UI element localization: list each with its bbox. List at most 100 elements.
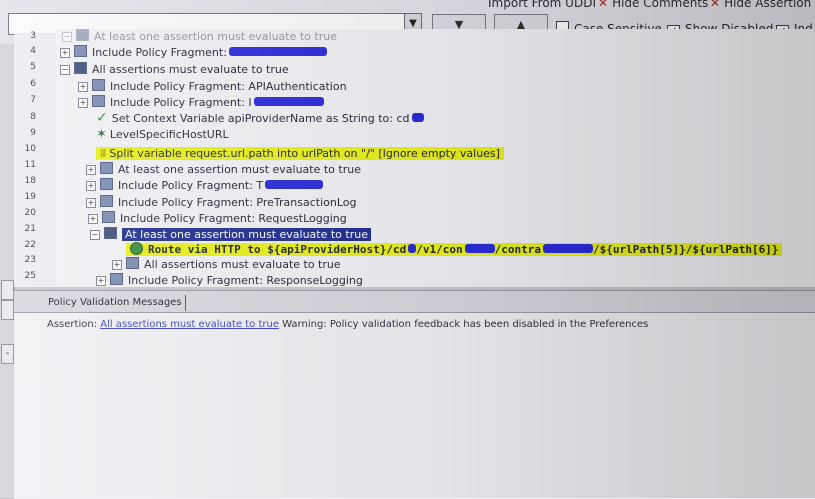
tree-row[interactable]: − At least one assertion must evaluate to… <box>62 29 337 45</box>
assertion-label: Include Policy Fragment: ResponseLogging <box>128 274 363 287</box>
line-number: 25 <box>24 271 36 281</box>
tree-row[interactable]: + Include Policy Fragment: T <box>86 178 324 194</box>
hide-comments-link[interactable]: ✕ Hide Comments <box>598 0 708 10</box>
side-scroll-up[interactable] <box>1 280 14 300</box>
line-number: 20 <box>24 208 36 218</box>
line-number: 23 <box>24 255 36 265</box>
tree-row[interactable]: + Include Policy Fragment: ResponseLoggin… <box>96 273 363 287</box>
folder-icon <box>74 62 87 74</box>
tree-row[interactable]: ✓ Set Context Variable apiProviderName as… <box>96 110 424 126</box>
highlighted-assertion: Route via HTTP to ${apiProviderHost}/cd /… <box>126 242 783 256</box>
tree-row[interactable]: + At least one assertion must evaluate to… <box>86 162 361 178</box>
folder-icon <box>92 95 105 107</box>
policy-assertion-tree[interactable]: − At least one assertion must evaluate to… <box>56 29 815 287</box>
line-number: 8 <box>30 112 36 122</box>
assertion-label: Include Policy Fragment: <box>92 46 227 59</box>
side-collapse[interactable]: - <box>1 344 14 364</box>
folder-icon <box>100 162 113 174</box>
redaction-mark <box>228 47 327 56</box>
assertion-label-selected: At least one assertion must evaluate to … <box>122 228 371 241</box>
tree-row[interactable]: + All assertions must evaluate to true <box>112 257 341 273</box>
route-text-part: /${urlPath[5]}/${urlPath[6]} <box>593 243 779 256</box>
line-number: 19 <box>24 192 36 202</box>
messages-tab-bar: Policy Validation Messages <box>14 290 815 313</box>
collapse-icon[interactable]: − <box>60 65 70 75</box>
line-number: 4 <box>30 46 36 56</box>
assertion-link[interactable]: All assertions must evaluate to true <box>100 319 279 330</box>
folder-icon <box>74 45 87 57</box>
left-side-panel: - <box>0 44 15 498</box>
folder-icon <box>102 211 115 223</box>
check-icon: ✓ <box>96 110 108 126</box>
redaction-mark <box>543 244 593 253</box>
expand-icon[interactable]: + <box>96 276 106 286</box>
folder-icon <box>100 195 113 207</box>
assertion-label: LevelSpecificHostURL <box>109 128 229 141</box>
folder-icon <box>100 178 113 190</box>
assertion-label: All assertions must evaluate to true <box>92 63 289 76</box>
expand-icon[interactable]: + <box>88 214 98 224</box>
tree-row[interactable]: + Include Policy Fragment: I <box>78 95 324 111</box>
tree-row[interactable]: + Include Policy Fragment: PreTransaction… <box>86 195 356 211</box>
assertion-label: Split variable request.url.path into url… <box>109 147 500 160</box>
folder-icon <box>126 257 139 269</box>
collapse-icon[interactable]: − <box>90 230 100 240</box>
tree-row[interactable]: ⩩ Split variable request.url.path into ur… <box>96 145 504 161</box>
close-icon: ✕ <box>598 0 609 10</box>
redaction-mark <box>411 113 424 122</box>
redaction-mark <box>464 244 495 253</box>
message-prefix: Assertion: <box>47 319 101 330</box>
close-icon: ✕ <box>710 0 721 10</box>
redaction-mark <box>253 97 324 106</box>
tree-row[interactable]: Route via HTTP to ${apiProviderHost}/cd /… <box>126 242 783 258</box>
expand-icon[interactable]: + <box>78 82 88 92</box>
import-from-uddi-link[interactable]: Import From UDDI <box>488 0 596 10</box>
line-number-gutter: 3 4 5 6 7 8 9 10 11 18 19 20 21 22 23 25 <box>14 31 57 287</box>
assertion-label: At least one assertion must evaluate to … <box>118 163 361 176</box>
folder-icon <box>76 29 89 41</box>
tree-row[interactable]: + Include Policy Fragment: <box>60 45 327 61</box>
tree-row[interactable]: + Include Policy Fragment: RequestLogging <box>88 211 347 227</box>
expand-icon[interactable]: + <box>86 165 96 175</box>
expand-icon[interactable]: + <box>60 48 70 58</box>
folder-icon <box>92 79 105 91</box>
route-text-part: Route via HTTP to ${apiProviderHost}/cd <box>148 243 407 256</box>
tree-row[interactable]: − All assertions must evaluate to true <box>60 62 289 78</box>
line-number: 9 <box>30 128 36 138</box>
expand-icon[interactable]: + <box>86 198 96 208</box>
split-icon: ⩩ <box>100 146 107 160</box>
assertion-label: All assertions must evaluate to true <box>144 258 341 271</box>
redaction-mark <box>265 180 324 189</box>
policy-validation-messages-panel: Assertion: All assertions must evaluate … <box>14 312 815 499</box>
assertion-label: Set Context Variable apiProviderName as … <box>111 112 410 125</box>
route-globe-icon <box>130 242 143 255</box>
tab-policy-validation-messages[interactable]: Policy Validation Messages <box>45 295 186 311</box>
line-number: 18 <box>24 176 36 186</box>
tree-row-selected[interactable]: − At least one assertion must evaluate to… <box>90 227 371 243</box>
highlighted-assertion: ⩩ Split variable request.url.path into ur… <box>96 146 504 160</box>
expand-icon[interactable]: + <box>112 260 122 270</box>
validation-message: Assertion: All assertions must evaluate … <box>47 318 648 332</box>
folder-icon <box>104 227 117 239</box>
route-text-part: /contra <box>494 243 541 256</box>
tree-row[interactable]: ✶ LevelSpecificHostURL <box>96 127 229 143</box>
assertion-label: Include Policy Fragment: T <box>118 179 264 192</box>
line-number: 3 <box>30 31 36 41</box>
expand-icon[interactable]: + <box>78 98 88 108</box>
assertion-label: Include Policy Fragment: APIAuthenticati… <box>110 80 347 93</box>
star-icon: ✶ <box>96 127 107 142</box>
tree-row[interactable]: + Include Policy Fragment: APIAuthenticat… <box>78 79 347 95</box>
assertion-label: Include Policy Fragment: RequestLogging <box>120 212 347 225</box>
line-number: 6 <box>30 79 36 89</box>
line-number: 10 <box>24 144 36 154</box>
hide-comments-label: Hide Comments <box>612 0 709 10</box>
assertion-label: At least one assertion must evaluate to … <box>94 30 337 43</box>
collapse-icon[interactable]: − <box>62 32 72 42</box>
line-number: 22 <box>24 240 36 250</box>
side-scroll-down[interactable] <box>1 300 14 320</box>
expand-icon[interactable]: + <box>86 181 96 191</box>
line-number: 21 <box>24 224 36 234</box>
assertion-label: Include Policy Fragment: PreTransactionL… <box>118 196 357 209</box>
line-number: 11 <box>24 160 36 170</box>
hide-assertion-link[interactable]: ✕ Hide Assertion N <box>710 0 815 10</box>
